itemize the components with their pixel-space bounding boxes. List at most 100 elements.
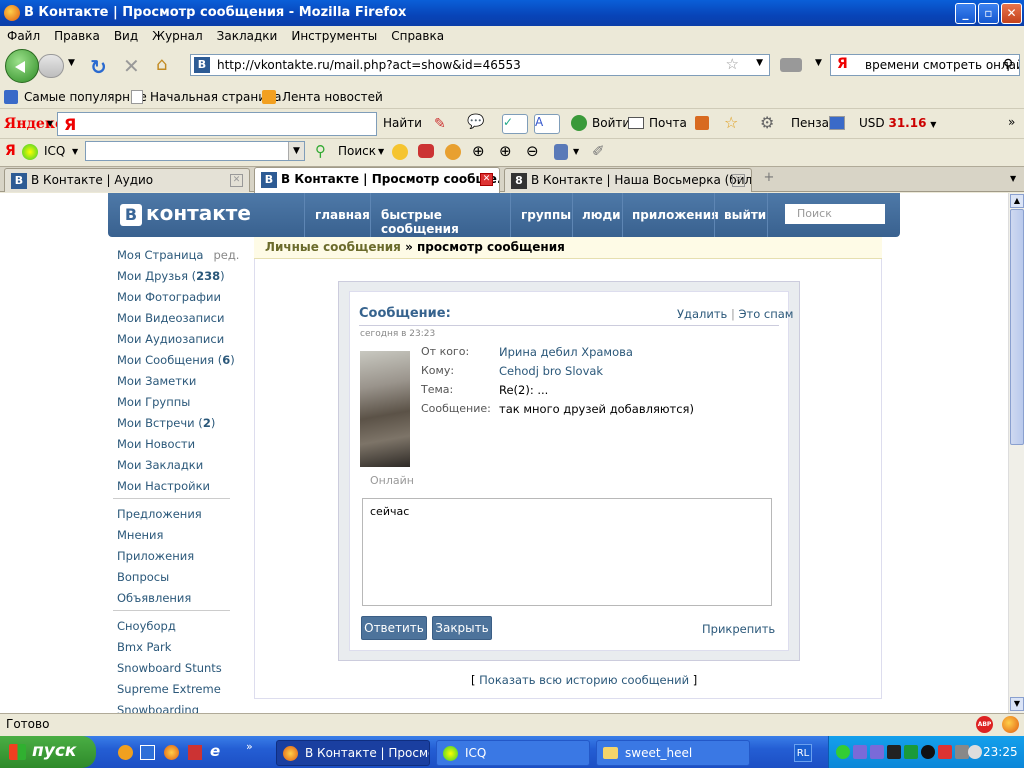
minimize-button[interactable]: _ <box>955 3 976 24</box>
menu-my-page[interactable]: Моя Страница ред. <box>117 248 239 262</box>
forward-button[interactable] <box>38 54 64 78</box>
icq-search-dropdown-icon[interactable]: ▼ <box>378 147 384 156</box>
star-icon[interactable]: ☆ <box>724 113 738 132</box>
menu-groups[interactable]: Мои Группы <box>117 395 190 409</box>
search-icon[interactable]: ⚲ <box>1003 57 1013 73</box>
yandex-dropdown-icon[interactable]: ▼ <box>47 119 53 128</box>
monitor-tray-icon[interactable] <box>887 745 901 759</box>
update-tray-icon[interactable] <box>938 745 952 759</box>
edit-link[interactable]: ред. <box>213 248 239 262</box>
nav-applications[interactable]: приложения <box>622 193 719 237</box>
zoom-icon[interactable]: ⊕ <box>499 142 512 160</box>
zoom-out-icon[interactable]: ⊖ <box>526 142 539 160</box>
clock[interactable]: 23:25 <box>983 745 1018 759</box>
app-quicklaunch-icon[interactable] <box>188 745 202 760</box>
reply-button[interactable]: Ответить <box>361 616 427 640</box>
menu-group-bmx-park[interactable]: Bmx Park <box>117 640 171 654</box>
menu-events[interactable]: Мои Встречи (2) <box>117 416 215 430</box>
title-bar[interactable]: В Контакте | Просмотр сообщения - Mozill… <box>0 0 1024 26</box>
address-bar[interactable]: B http://vkontakte.ru/mail.php?act=show&… <box>190 54 770 76</box>
breadcrumb-link[interactable]: Личные сообщения <box>265 240 401 254</box>
home-icon[interactable]: ⌂ <box>156 54 167 75</box>
task-icq[interactable]: ICQ <box>436 740 590 766</box>
tab-close-icon[interactable]: ✕ <box>732 174 745 187</box>
tab-message-view[interactable]: B В Контакте | Просмотр сообще... ✕ <box>254 167 500 193</box>
maximize-button[interactable]: ▫ <box>978 3 999 24</box>
desktop-icon[interactable] <box>140 745 155 760</box>
bookmark-news-feed[interactable]: Лента новостей <box>282 90 383 104</box>
nav-groups[interactable]: группы <box>510 193 571 237</box>
vk-logo[interactable]: Bконтакте <box>120 201 251 226</box>
pencil-icon[interactable]: ✎ <box>434 116 446 132</box>
zoom-in-icon[interactable]: ⊕ <box>472 142 485 160</box>
icq-search-button[interactable]: Поиск <box>338 144 376 158</box>
scroll-down-icon[interactable]: ▼ <box>1010 697 1024 711</box>
antivirus-tray-icon[interactable] <box>904 745 918 759</box>
menu-group-supreme-extreme[interactable]: Supreme Extreme <box>117 682 221 696</box>
quicklaunch-icon[interactable] <box>118 745 133 760</box>
quicklaunch-more-icon[interactable]: » <box>246 740 253 753</box>
firefox-quicklaunch-icon[interactable] <box>164 745 179 760</box>
nav-logout[interactable]: выйти <box>714 193 768 237</box>
from-link[interactable]: Ирина дебил Храмова <box>499 345 633 359</box>
yandex-find-button[interactable]: Найти <box>383 116 422 130</box>
yandex-search-input[interactable]: Я <box>57 112 377 136</box>
task-folder[interactable]: sweet_heel <box>596 740 750 766</box>
menu-group-snowboard-stunts[interactable]: Snowboard Stunts <box>117 661 222 675</box>
icq-label[interactable]: ICQ <box>44 144 65 158</box>
currency-label[interactable]: USD 31.16 ▼ <box>859 116 936 130</box>
menu-audio[interactable]: Мои Аудиозаписи <box>117 332 224 346</box>
attach-link[interactable]: Прикрепить <box>702 622 775 636</box>
eraser-icon[interactable]: ✐ <box>592 142 605 160</box>
delete-link[interactable]: Удалить <box>677 307 727 321</box>
menu-history[interactable]: Журнал <box>145 26 210 43</box>
menu-tools[interactable]: Инструменты <box>284 26 384 43</box>
yandex-label[interactable]: Яндекс <box>4 116 63 132</box>
language-indicator[interactable]: RL <box>794 744 812 762</box>
mail-button[interactable]: Почта <box>649 116 687 130</box>
start-button[interactable]: пуск <box>0 736 96 768</box>
menu-ads[interactable]: Объявления <box>117 591 191 605</box>
nav-people[interactable]: люди <box>572 193 621 237</box>
toolbar-overflow-icon[interactable]: » <box>1008 115 1015 129</box>
menu-bookmarks[interactable]: Закладки <box>210 26 285 43</box>
menu-file[interactable]: Файл <box>0 26 47 43</box>
menu-photos[interactable]: Мои Фотографии <box>117 290 221 304</box>
menu-apps[interactable]: Приложения <box>117 549 194 563</box>
toolbar-dropdown-icon[interactable]: ▼ <box>815 58 822 68</box>
tab-close-icon[interactable]: ✕ <box>230 174 243 187</box>
screenshot-icon[interactable] <box>780 58 802 72</box>
city-label[interactable]: Пенза <box>791 116 829 130</box>
history-link[interactable]: Показать всю историю сообщений <box>479 673 689 687</box>
close-button[interactable]: ✕ <box>1001 3 1022 24</box>
close-message-button[interactable]: Закрыть <box>432 616 492 640</box>
login-button[interactable]: Войти <box>592 116 630 130</box>
menu-questions[interactable]: Вопросы <box>117 570 169 584</box>
menu-edit[interactable]: Правка <box>47 26 107 43</box>
tab-close-icon[interactable]: ✕ <box>480 173 493 186</box>
adblock-icon[interactable]: ABP <box>976 716 993 733</box>
icq-tray-icon[interactable] <box>836 745 850 759</box>
spellcheck-icon[interactable]: ✓ <box>502 114 528 134</box>
new-tab-button[interactable]: + <box>756 170 782 190</box>
tab-audio[interactable]: B В Контакте | Аудио ✕ <box>4 168 250 192</box>
task-firefox[interactable]: В Контакте | Просмо... <box>276 740 430 766</box>
stop-icon[interactable]: ✕ <box>123 54 140 78</box>
menu-friends[interactable]: Мои Друзья (238) <box>117 269 225 283</box>
bookmark-popular[interactable]: Самые популярные <box>24 90 147 104</box>
vk-search-input[interactable]: Поиск <box>785 204 885 224</box>
vertical-scrollbar[interactable]: ▲ ▼ <box>1008 193 1024 713</box>
menu-messages[interactable]: Мои Сообщения (6) <box>117 353 235 367</box>
scroll-up-icon[interactable]: ▲ <box>1010 194 1024 208</box>
history-dropdown-icon[interactable]: ▼ <box>68 58 75 68</box>
menu-offers[interactable]: Предложения <box>117 507 202 521</box>
nav-quick-messages[interactable]: быстрые сообщения <box>370 193 508 237</box>
translate-icon[interactable]: A <box>534 114 560 134</box>
icq-search-input[interactable]: ▼ <box>85 141 305 161</box>
safe-remove-tray-icon[interactable] <box>955 745 969 759</box>
scroll-thumb[interactable] <box>1010 209 1024 445</box>
url-dropdown-icon[interactable]: ▼ <box>756 58 763 68</box>
firefox-status-icon[interactable] <box>1002 716 1019 733</box>
sender-avatar[interactable] <box>360 351 410 467</box>
network-tray-icon[interactable] <box>853 745 867 759</box>
